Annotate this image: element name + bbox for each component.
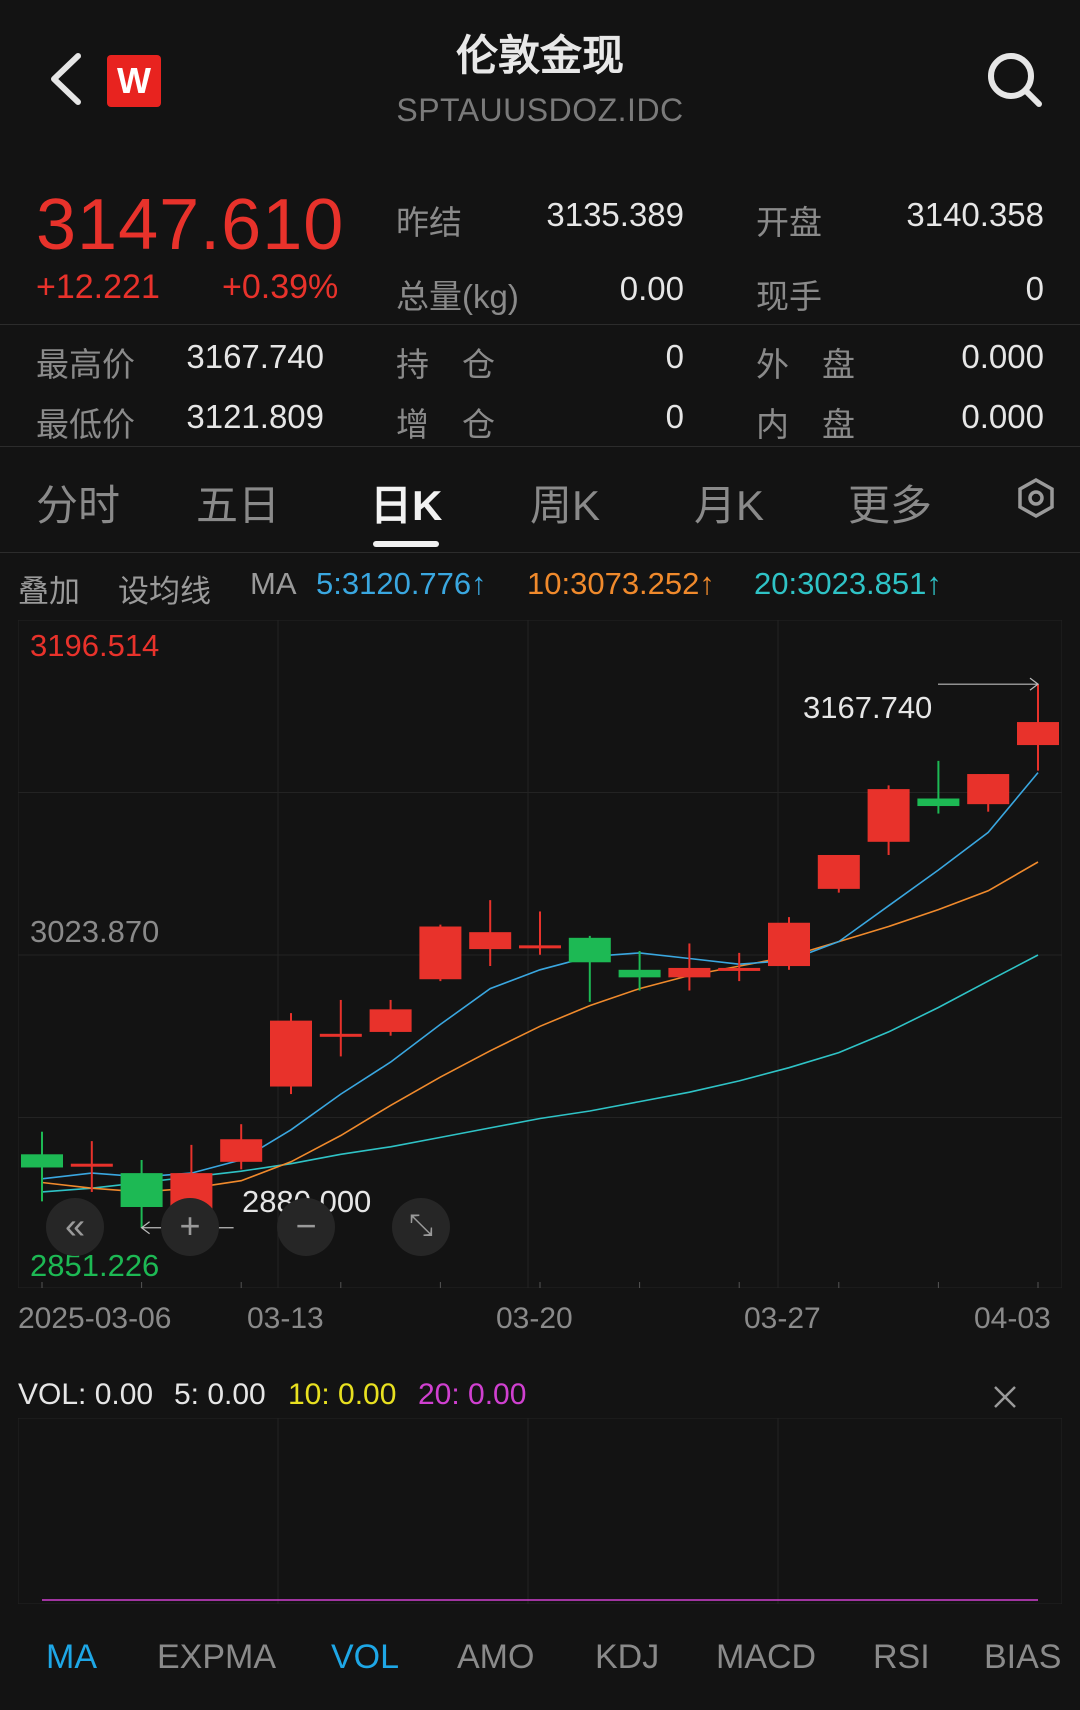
candle-body (718, 967, 761, 971)
increase-label: 增 仓 (396, 406, 495, 443)
candle-body (319, 1033, 362, 1037)
candle-body (369, 1009, 412, 1032)
candle-body (768, 922, 810, 967)
search-icon[interactable] (985, 50, 1045, 110)
candle-body (668, 967, 711, 978)
x-tick-label: 2025-03-06 (18, 1302, 172, 1335)
high-marker-label: 3167.740 (803, 690, 933, 725)
volume-chart (18, 1418, 1062, 1604)
position-value: 0 (665, 338, 684, 375)
low-value: 3121.809 (186, 398, 324, 435)
x-tick-label: 04-03 (974, 1302, 1051, 1335)
prev-settle-value: 3135.389 (546, 196, 684, 233)
x-tick-label: 03-27 (744, 1302, 821, 1335)
active-tab-indicator (373, 541, 439, 547)
tab-daily-k[interactable]: 日K (370, 472, 442, 533)
candle-body (568, 937, 611, 963)
vol10-value: 10: 0.00 (288, 1378, 397, 1411)
high-value: 3167.740 (186, 338, 324, 375)
tab-five-day[interactable]: 五日 (196, 472, 280, 533)
volume-label: 总量(kg) (396, 278, 519, 315)
candle-body (21, 1154, 63, 1168)
candle-body (519, 945, 561, 949)
indicator-tab-rsi[interactable]: RSI (873, 1638, 930, 1677)
scroll-left-button[interactable]: « (46, 1198, 104, 1256)
set-ma-button[interactable]: 设均线 (118, 566, 211, 611)
symbol-code: SPTAUUSDOZ.IDC (396, 92, 684, 128)
candle-body (817, 854, 860, 889)
candle-body (120, 1173, 163, 1208)
ma5-value: 5:3120.776↑ (316, 566, 487, 601)
last-hand-value: 0 (1025, 270, 1044, 307)
fullscreen-button[interactable]: ⤡ (392, 1198, 450, 1256)
price-change-pct: +0.39% (222, 268, 339, 306)
overlay-button[interactable]: 叠加 (18, 566, 80, 611)
y-axis-top: 3196.514 (30, 628, 160, 663)
divider (0, 552, 1080, 553)
candle-body (419, 926, 462, 980)
gear-icon[interactable] (1016, 478, 1056, 518)
last-hand-label: 现手 (756, 278, 822, 315)
outer-label: 外 盘 (756, 346, 855, 383)
last-price: 3147.610 (36, 185, 345, 265)
inner-label: 内 盘 (756, 406, 855, 443)
candle-body (220, 1139, 263, 1162)
zoom-in-button[interactable]: + (161, 1198, 219, 1256)
zoom-out-button[interactable]: − (277, 1198, 335, 1256)
indicator-tab-ma[interactable]: MA (46, 1638, 97, 1677)
open-label: 开盘 (756, 204, 822, 241)
candle-body (270, 1020, 312, 1087)
open-value: 3140.358 (906, 196, 1044, 233)
page-title: 伦敦金现 (455, 32, 624, 79)
divider (0, 324, 1080, 325)
ma-label: MA (250, 566, 297, 601)
tab-intraday[interactable]: 分时 (36, 472, 120, 533)
indicator-tab-macd[interactable]: MACD (716, 1638, 816, 1677)
prev-settle-label: 昨结 (396, 204, 462, 241)
ma20-value: 20:3023.851↑ (754, 566, 942, 601)
candle-body (867, 789, 910, 842)
indicator-tab-amo[interactable]: AMO (457, 1638, 534, 1677)
inner-value: 0.000 (961, 398, 1044, 435)
candle-body (1017, 722, 1059, 746)
candle-body (967, 774, 1010, 805)
y-axis-bottom: 2851.226 (30, 1248, 160, 1283)
vol-value: VOL: 0.00 (18, 1378, 154, 1411)
vol20-value: 20: 0.00 (418, 1378, 527, 1411)
price-change: +12.221 (36, 268, 160, 306)
divider (0, 446, 1080, 447)
tab-more[interactable]: 更多 (848, 472, 932, 533)
candle-body (70, 1163, 113, 1167)
outer-value: 0.000 (961, 338, 1044, 375)
vol5-value: 5: 0.00 (174, 1378, 266, 1411)
x-tick-label: 03-13 (247, 1302, 324, 1335)
increase-value: 0 (665, 398, 684, 435)
indicator-tab-expma[interactable]: EXPMA (157, 1638, 276, 1677)
candle-body (618, 969, 661, 978)
volume-value: 0.00 (619, 270, 684, 307)
high-label: 最高价 (36, 346, 135, 383)
indicator-tab-bias[interactable]: BIAS (984, 1638, 1061, 1677)
candle-body (917, 798, 960, 807)
close-icon[interactable] (992, 1384, 1018, 1410)
position-label: 持 仓 (396, 346, 495, 383)
candle-body (469, 932, 512, 950)
x-tick-label: 03-20 (496, 1302, 573, 1335)
tab-weekly-k[interactable]: 周K (530, 472, 600, 533)
indicator-tab-vol[interactable]: VOL (331, 1638, 399, 1677)
y-axis-mid: 3023.870 (30, 914, 160, 949)
tab-monthly-k[interactable]: 月K (694, 472, 764, 533)
ma10-value: 10:3073.252↑ (527, 566, 715, 601)
indicator-tab-kdj[interactable]: KDJ (595, 1638, 659, 1677)
low-label: 最低价 (36, 406, 135, 443)
